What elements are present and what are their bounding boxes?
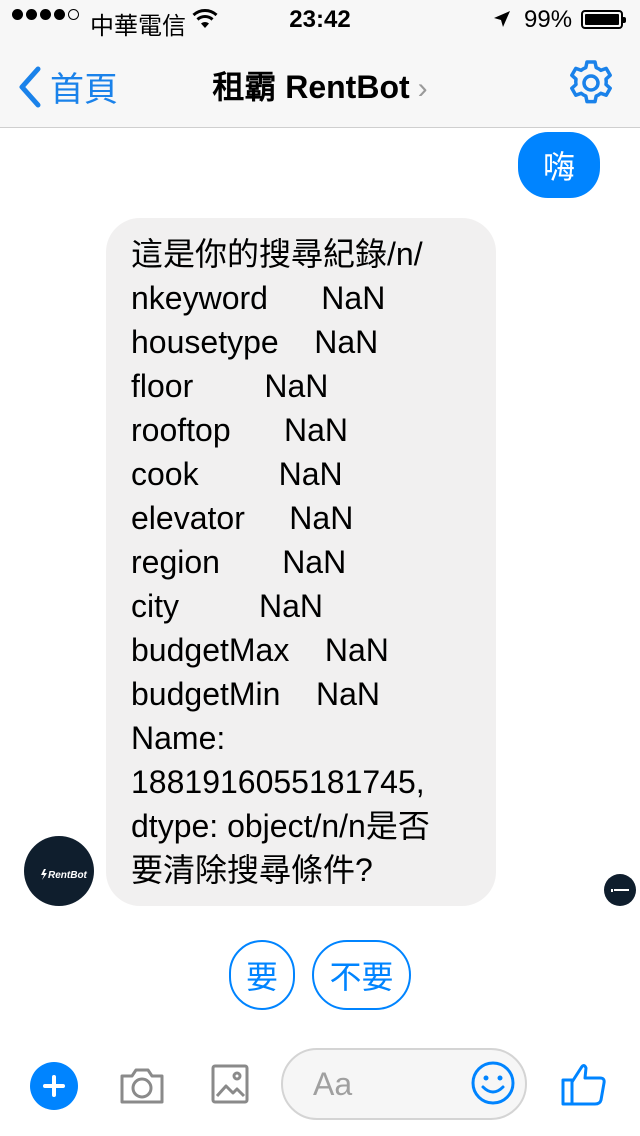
message-line: floor NaN xyxy=(131,368,329,404)
message-line: 1881916055181745, xyxy=(131,764,425,800)
message-composer: Aa xyxy=(0,1036,640,1136)
title-arrow-icon: › xyxy=(417,72,428,105)
outgoing-message-text: 嗨 xyxy=(542,149,575,185)
camera-icon[interactable] xyxy=(118,1064,166,1108)
message-line: budgetMax NaN xyxy=(131,632,389,668)
conversation-title-text: 租霸 RentBot xyxy=(212,69,410,105)
message-line: 要清除搜尋條件? xyxy=(131,852,373,888)
gallery-icon[interactable] xyxy=(210,1062,250,1106)
message-line: cook NaN xyxy=(131,456,343,492)
plus-icon xyxy=(43,1075,65,1097)
nav-bar: 首頁 租霸 RentBot › xyxy=(0,40,640,128)
incoming-message[interactable]: 這是你的搜尋紀錄/n/ nkeyword NaN housetype NaN f… xyxy=(106,218,496,906)
conversation-title[interactable]: 租霸 RentBot › xyxy=(0,62,640,108)
gear-icon[interactable] xyxy=(566,58,616,108)
message-line: elevator NaN xyxy=(131,500,354,536)
message-line: nkeyword NaN xyxy=(131,280,386,316)
message-line: 這是你的搜尋紀錄/n/ xyxy=(131,236,423,272)
message-line: rooftop NaN xyxy=(131,412,348,448)
quick-reply-yes[interactable]: 要 xyxy=(229,940,295,1010)
quick-reply-no[interactable]: 不要 xyxy=(312,940,411,1010)
plus-button[interactable] xyxy=(30,1062,78,1110)
thumbs-up-icon[interactable] xyxy=(560,1060,608,1108)
quick-reply-label: 不要 xyxy=(329,959,394,995)
read-receipt-avatar xyxy=(604,874,636,906)
battery-percent: 99% xyxy=(524,6,573,33)
message-line: housetype NaN xyxy=(131,324,379,360)
message-line: region NaN xyxy=(131,544,347,580)
smiley-icon[interactable] xyxy=(470,1060,516,1106)
battery-icon xyxy=(581,10,626,29)
message-line: dtype: object/n/n是否 xyxy=(131,808,430,844)
message-line: Name: xyxy=(131,720,226,756)
bot-avatar[interactable]: RentBot xyxy=(24,836,94,906)
message-input-placeholder: Aa xyxy=(313,1066,353,1102)
location-arrow-icon xyxy=(494,11,510,27)
message-line: budgetMin NaN xyxy=(131,676,381,712)
avatar-text: RentBot xyxy=(48,870,88,881)
outgoing-message[interactable]: 嗨 xyxy=(518,132,600,198)
quick-reply-label: 要 xyxy=(245,959,278,995)
status-bar: 中華電信 23:42 99% xyxy=(0,0,640,40)
message-line: city NaN xyxy=(131,588,324,624)
rentbot-logo-icon xyxy=(611,889,629,892)
rentbot-logo-icon: RentBot xyxy=(41,869,88,881)
